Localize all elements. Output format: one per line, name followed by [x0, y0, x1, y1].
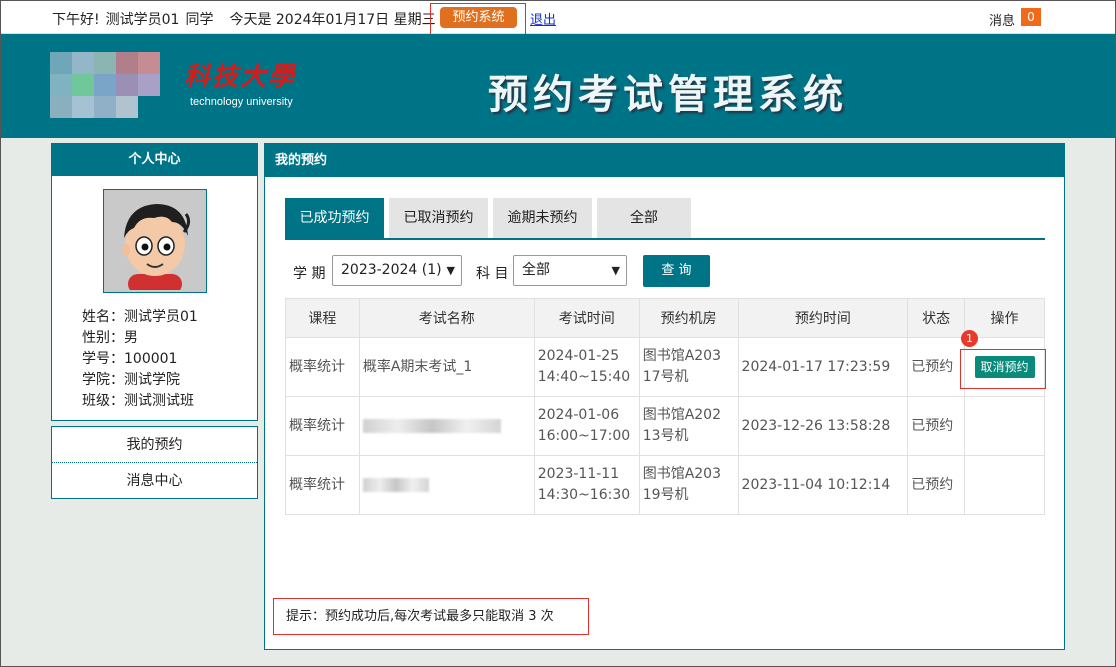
- top-bar: 下午好!测试学员01同学今天是 2024年01月17日 星期三 预约系统 2 退…: [0, 0, 1116, 54]
- exam-date: 2024-01-06: [537, 407, 620, 423]
- cell-exam-name: 概率A期末考试_1: [358, 337, 535, 397]
- exam-date: 2023-11-11: [537, 466, 620, 482]
- col-course: 课程: [285, 298, 360, 338]
- redacted-text: [362, 477, 429, 492]
- cell-exam-time: 2024-01-06 16:00~17:00: [533, 396, 640, 456]
- system-title: 预约考试管理系统: [488, 71, 848, 118]
- table-header-row: 课程 考试名称 考试时间 预约机房 预约时间 状态 操作: [285, 298, 1045, 338]
- table-row: 概率统计 2023-11-11 14:30~16:30 图书馆A203 19号机 2…: [285, 455, 1045, 515]
- subject-label: 科 目: [476, 266, 509, 282]
- annotation-badge-1: 1: [961, 330, 978, 347]
- term-label: 学 期: [293, 266, 326, 282]
- room-name: 图书馆A203: [642, 348, 722, 364]
- cell-exam-name-redacted: [358, 455, 535, 515]
- term-select-value: 2023-2024 (1): [341, 262, 442, 278]
- booking-tabs: 已成功预约 已取消预约 逾期未预约 全部: [285, 198, 1045, 240]
- machine-number: 13号机: [642, 428, 689, 444]
- chevron-down-icon: ▼: [446, 264, 455, 277]
- cell-booking-time: 2023-11-04 10:12:14: [737, 455, 909, 515]
- cell-room: 图书馆A202 13号机: [638, 396, 739, 456]
- bookings-table: 课程 考试名称 考试时间 预约机房 预约时间 状态 操作 概率统计 概率A期末考…: [285, 298, 1045, 515]
- cell-exam-time: 2024-01-25 14:40~15:40: [533, 337, 640, 397]
- table-row: 概率统计 2024-01-06 16:00~17:00 图书馆A202 13号机 2…: [285, 396, 1045, 456]
- cancel-limit-tip: 提示：预约成功后,每次考试最多只能取消 3 次: [273, 598, 589, 635]
- cell-booking-time: 2023-12-26 13:58:28: [737, 396, 909, 456]
- term-select[interactable]: 2023-2024 (1) ▼: [332, 255, 462, 286]
- tab-successful[interactable]: 已成功预约: [285, 198, 384, 238]
- tab-overdue[interactable]: 逾期未预约: [493, 198, 592, 238]
- col-exam-name: 考试名称: [358, 298, 535, 338]
- logout-link[interactable]: 退出: [530, 9, 556, 28]
- exam-time-range: 14:40~15:40: [537, 369, 631, 385]
- col-room: 预约机房: [638, 298, 739, 338]
- annotation-box-1: [960, 349, 1046, 389]
- cell-course: 概率统计: [285, 337, 360, 397]
- cell-action-empty: [964, 396, 1045, 456]
- student-name: 姓名：测试学员01: [82, 309, 198, 325]
- chevron-down-icon: ▼: [611, 264, 620, 277]
- machine-number: 17号机: [642, 369, 689, 385]
- cartoon-avatar-icon: [106, 192, 204, 290]
- cell-room: 图书馆A203 19号机: [638, 455, 739, 515]
- col-action: 操作: [964, 298, 1045, 338]
- cell-exam-name-redacted: [358, 396, 535, 456]
- col-exam-time: 考试时间: [533, 298, 640, 338]
- cell-status: 已预约: [907, 337, 966, 397]
- messages-count-badge[interactable]: 0: [1021, 8, 1041, 26]
- sidebar-nav: 我的预约 消息中心: [51, 426, 258, 499]
- subject-select[interactable]: 全部 ▼: [513, 255, 627, 286]
- annotation-box-2: [430, 3, 526, 35]
- header-banner: 科技大學 technology university 预约考试管理系统: [0, 34, 1116, 138]
- greeting-line: 下午好! 测试学员01 同学 今天是 2024年01月17日 星期三: [52, 9, 442, 29]
- student-info: 姓名：测试学员01 性别：男 学号：100001 学院：测试学院 班级：测试测试…: [82, 307, 198, 412]
- machine-number: 19号机: [642, 487, 689, 503]
- room-name: 图书馆A202: [642, 407, 722, 423]
- tab-cancelled[interactable]: 已取消预约: [389, 198, 488, 238]
- col-status: 状态: [907, 298, 966, 338]
- greeting-text: 下午好!: [52, 12, 100, 28]
- cell-room: 图书馆A203 17号机: [638, 337, 739, 397]
- subject-select-value: 全部: [522, 262, 550, 278]
- cell-status: 已预约: [907, 455, 966, 515]
- cell-booking-time: 2024-01-17 17:23:59: [737, 337, 909, 397]
- date-text: 今天是 2024年01月17日 星期三: [229, 12, 436, 28]
- cell-action-empty: [964, 455, 1045, 515]
- user-name: 测试学员01: [105, 12, 180, 28]
- exam-date: 2024-01-25: [537, 348, 620, 364]
- panel-title: 我的预约: [265, 144, 1064, 177]
- personal-center-panel: 个人中心 姓名：测试学员01 性别：男 学号：100001 学院：测试学院 班级…: [51, 143, 258, 421]
- cell-status: 已预约: [907, 396, 966, 456]
- table-row: 概率统计 概率A期末考试_1 2024-01-25 14:40~15:40 图书馆…: [285, 337, 1045, 397]
- logo-chinese-text: 科技大學: [184, 62, 297, 92]
- sidebar-item-my-bookings[interactable]: 我的预约: [52, 427, 257, 463]
- query-button[interactable]: 查 询: [643, 255, 710, 287]
- personal-center-title: 个人中心: [52, 144, 257, 176]
- logo-english-text: technology university: [190, 96, 293, 108]
- student-id: 学号：100001: [82, 351, 178, 367]
- user-suffix: 同学: [185, 12, 214, 28]
- redacted-text: [362, 418, 501, 433]
- cell-course: 概率统计: [285, 455, 360, 515]
- student-college: 学院：测试学院: [82, 372, 180, 388]
- student-gender: 性别：男: [82, 330, 138, 346]
- cell-exam-time: 2023-11-11 14:30~16:30: [533, 455, 640, 515]
- exam-time-range: 16:00~17:00: [537, 428, 631, 444]
- room-name: 图书馆A203: [642, 466, 722, 482]
- sidebar-item-messages[interactable]: 消息中心: [52, 463, 257, 499]
- messages-label[interactable]: 消息: [989, 10, 1015, 29]
- exam-time-range: 14:30~16:30: [537, 487, 631, 503]
- cell-course: 概率统计: [285, 396, 360, 456]
- tab-all[interactable]: 全部: [597, 198, 691, 238]
- avatar: [103, 189, 207, 293]
- col-booking-time: 预约时间: [737, 298, 909, 338]
- my-bookings-panel: 我的预约 已成功预约 已取消预约 逾期未预约 全部 学 期 2023-2024 …: [264, 143, 1065, 650]
- university-emblem-icon: [46, 48, 178, 120]
- student-class: 班级：测试测试班: [82, 393, 194, 409]
